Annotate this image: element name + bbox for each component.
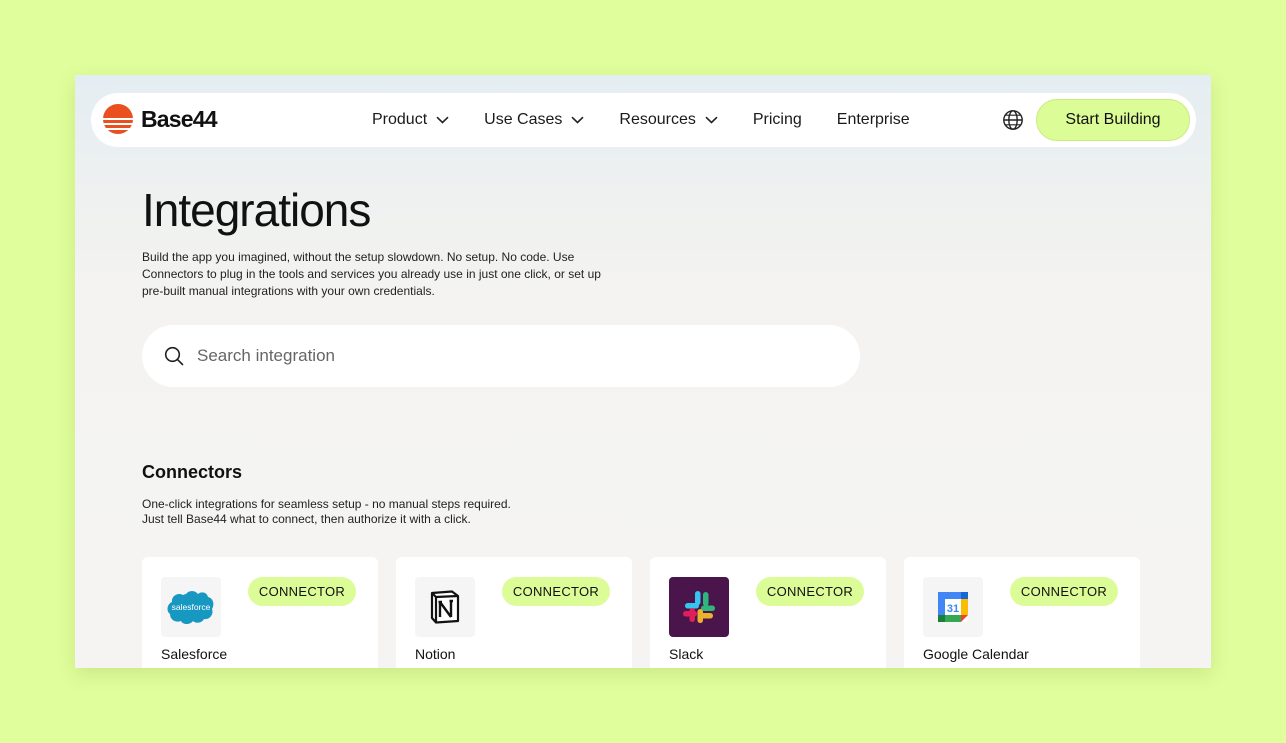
google-calendar-logo-text: 31	[947, 603, 959, 615]
nav-item-label: Product	[372, 111, 428, 128]
salesforce-logo-icon: salesforce	[161, 577, 221, 637]
google-calendar-logo-icon: 31	[923, 577, 983, 637]
connector-card-salesforce[interactable]: salesforce CONNECTOR Salesforce	[142, 557, 378, 668]
connector-card-notion[interactable]: CONNECTOR Notion	[396, 557, 632, 668]
nav-item-pricing[interactable]: Pricing	[753, 111, 802, 129]
browser-window: Base44 Product Use Cases Resources Prici…	[75, 75, 1211, 668]
search-input[interactable]	[197, 346, 797, 366]
connector-badge: CONNECTOR	[756, 577, 864, 606]
nav-item-resources[interactable]: Resources	[619, 111, 718, 129]
connectors-section-title: Connectors	[142, 462, 243, 482]
connector-card-slack[interactable]: CONNECTOR Slack	[650, 557, 886, 668]
connector-name: Notion	[415, 646, 456, 662]
nav-item-label: Resources	[619, 111, 696, 128]
base44-logo-icon	[103, 104, 133, 134]
nav-item-product[interactable]: Product	[372, 111, 449, 129]
globe-icon[interactable]	[1002, 109, 1024, 131]
nav-item-label: Use Cases	[484, 111, 563, 128]
slack-logo-icon	[669, 577, 729, 637]
nav-item-label: Pricing	[752, 111, 802, 128]
chevron-down-icon	[571, 116, 584, 124]
connectors-description-line: Just tell Base44 what to connect, then a…	[142, 512, 471, 526]
connectors-section-description: One-click integrations for seamless setu…	[142, 497, 511, 527]
nav-item-use-cases[interactable]: Use Cases	[484, 111, 584, 129]
search-icon	[164, 346, 184, 366]
top-navbar: Base44 Product Use Cases Resources Prici…	[91, 93, 1196, 147]
nav-item-enterprise[interactable]: Enterprise	[837, 111, 910, 129]
notion-logo-icon	[415, 577, 475, 637]
connector-badge: CONNECTOR	[502, 577, 610, 606]
connector-badge: CONNECTOR	[1010, 577, 1118, 606]
page-description: Build the app you imagined, without the …	[142, 250, 601, 298]
main-nav: Product Use Cases Resources Pricing Ente…	[372, 93, 945, 147]
connector-name: Google Calendar	[923, 646, 1029, 662]
connector-card-list: salesforce CONNECTOR Salesforce CONNECTO…	[142, 557, 1158, 668]
connector-name: Slack	[669, 646, 704, 662]
connectors-description-line: One-click integrations for seamless setu…	[142, 497, 511, 511]
search-bar[interactable]	[142, 325, 860, 387]
nav-item-label: Enterprise	[836, 111, 910, 128]
chevron-down-icon	[436, 116, 449, 124]
connector-card-google-calendar[interactable]: 31 CONNECTOR Google Calendar	[904, 557, 1140, 668]
connector-badge: CONNECTOR	[248, 577, 356, 606]
brand-logo[interactable]: Base44	[103, 104, 218, 134]
page-title: Integrations	[142, 184, 371, 236]
connector-name: Salesforce	[161, 646, 228, 662]
brand-name: Base44	[141, 105, 218, 132]
salesforce-logo-text: salesforce	[172, 602, 211, 612]
start-building-button[interactable]: Start Building	[1036, 99, 1190, 141]
chevron-down-icon	[705, 116, 718, 124]
